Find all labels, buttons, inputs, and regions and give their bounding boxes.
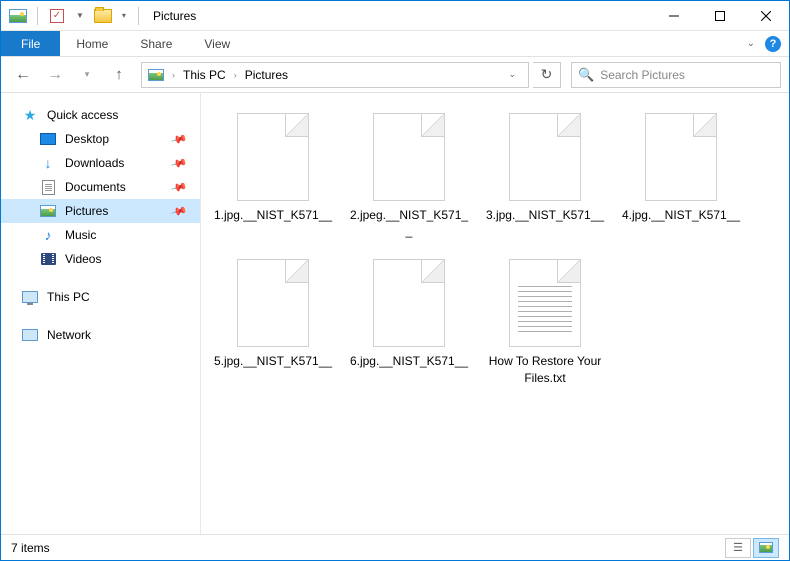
window-title: Pictures bbox=[147, 9, 196, 23]
pin-icon: 📌 bbox=[170, 154, 188, 172]
breadcrumb-item[interactable]: This PC bbox=[181, 68, 228, 82]
file-item[interactable]: 1.jpg.__NIST_K571__ bbox=[209, 107, 337, 245]
minimize-button[interactable] bbox=[651, 1, 697, 31]
tab-home[interactable]: Home bbox=[60, 31, 124, 56]
expand-ribbon-icon[interactable]: ⌄ bbox=[747, 38, 755, 49]
sidebar-item-label: Videos bbox=[65, 252, 101, 266]
tab-view[interactable]: View bbox=[188, 31, 246, 56]
file-label: 2.jpeg.__NIST_K571__ bbox=[349, 207, 469, 239]
sidebar-item-label: Documents bbox=[65, 180, 126, 194]
file-label: 4.jpg.__NIST_K571__ bbox=[622, 207, 740, 223]
file-thumbnail bbox=[373, 259, 445, 347]
pin-icon: 📌 bbox=[170, 178, 188, 196]
navigation-pane: ★ Quick access Desktop 📌 ↓ Downloads 📌 D… bbox=[1, 93, 201, 534]
view-large-icons-button[interactable] bbox=[753, 538, 779, 558]
view-details-button[interactable]: ☰ bbox=[725, 538, 751, 558]
location-icon bbox=[146, 69, 166, 81]
file-grid: 1.jpg.__NIST_K571__ 2.jpeg.__NIST_K571__ 3… bbox=[209, 107, 781, 392]
qat-dropdown-icon[interactable]: ▾ bbox=[118, 11, 130, 20]
maximize-button[interactable] bbox=[697, 1, 743, 31]
sidebar-item-downloads[interactable]: ↓ Downloads 📌 bbox=[1, 151, 200, 175]
tab-share[interactable]: Share bbox=[124, 31, 188, 56]
help-icon[interactable]: ? bbox=[765, 36, 781, 52]
file-tab[interactable]: File bbox=[1, 31, 60, 56]
sidebar-item-network[interactable]: Network bbox=[1, 323, 200, 347]
network-icon bbox=[21, 327, 39, 343]
body: ★ Quick access Desktop 📌 ↓ Downloads 📌 D… bbox=[1, 93, 789, 534]
app-icon[interactable] bbox=[7, 5, 29, 27]
file-thumbnail bbox=[373, 113, 445, 201]
back-button[interactable]: ← bbox=[9, 61, 37, 89]
separator bbox=[37, 7, 38, 25]
chevron-right-icon[interactable]: › bbox=[230, 70, 241, 80]
content-pane[interactable]: 1.jpg.__NIST_K571__ 2.jpeg.__NIST_K571__ 3… bbox=[201, 93, 789, 534]
file-label: How To Restore Your Files.txt bbox=[485, 353, 605, 385]
quick-access-toolbar: ✓ ▼ ▾ Pictures bbox=[1, 5, 196, 27]
sidebar-item-label: Desktop bbox=[65, 132, 109, 146]
refresh-button[interactable]: ↻ bbox=[533, 62, 561, 88]
sidebar-item-label: Network bbox=[47, 328, 91, 342]
pin-icon: 📌 bbox=[170, 130, 188, 148]
file-label: 3.jpg.__NIST_K571__ bbox=[486, 207, 604, 223]
pictures-icon bbox=[39, 203, 57, 219]
sidebar-item-label: Music bbox=[65, 228, 96, 242]
sidebar-item-pictures[interactable]: Pictures 📌 bbox=[1, 199, 200, 223]
file-thumbnail bbox=[237, 259, 309, 347]
sidebar-item-label: This PC bbox=[47, 290, 90, 304]
file-item[interactable]: How To Restore Your Files.txt bbox=[481, 253, 609, 391]
music-icon: ♪ bbox=[39, 227, 57, 243]
sidebar-item-label: Pictures bbox=[65, 204, 108, 218]
sidebar-item-quick-access[interactable]: ★ Quick access bbox=[1, 103, 200, 127]
navigation-bar: ← → ▾ ↑ › This PC › Pictures ⌄ ↻ 🔍 bbox=[1, 57, 789, 93]
qat-dropdown-icon[interactable]: ▼ bbox=[72, 11, 88, 20]
forward-button[interactable]: → bbox=[41, 61, 69, 89]
star-icon: ★ bbox=[21, 107, 39, 123]
sidebar-item-label: Downloads bbox=[65, 156, 124, 170]
file-item[interactable]: 3.jpg.__NIST_K571__ bbox=[481, 107, 609, 245]
properties-icon[interactable]: ✓ bbox=[46, 5, 68, 27]
file-thumbnail bbox=[509, 259, 581, 347]
sidebar-item-music[interactable]: ♪ Music bbox=[1, 223, 200, 247]
breadcrumb-item[interactable]: Pictures bbox=[243, 68, 290, 82]
file-thumbnail bbox=[237, 113, 309, 201]
file-item[interactable]: 6.jpg.__NIST_K571__ bbox=[345, 253, 473, 391]
up-button[interactable]: ↑ bbox=[105, 61, 133, 89]
address-bar[interactable]: › This PC › Pictures ⌄ bbox=[141, 62, 529, 88]
folder-icon[interactable] bbox=[92, 5, 114, 27]
address-dropdown-icon[interactable]: ⌄ bbox=[500, 69, 524, 80]
chevron-right-icon[interactable]: › bbox=[168, 70, 179, 80]
file-label: 6.jpg.__NIST_K571__ bbox=[350, 353, 468, 369]
sidebar-item-label: Quick access bbox=[47, 108, 118, 122]
separator bbox=[138, 7, 139, 25]
desktop-icon bbox=[39, 131, 57, 147]
sidebar-item-desktop[interactable]: Desktop 📌 bbox=[1, 127, 200, 151]
file-item[interactable]: 2.jpeg.__NIST_K571__ bbox=[345, 107, 473, 245]
window-controls bbox=[651, 1, 789, 31]
status-bar: 7 items ☰ bbox=[1, 534, 789, 560]
status-item-count: 7 items bbox=[11, 541, 50, 555]
sidebar-item-this-pc[interactable]: This PC bbox=[1, 285, 200, 309]
file-item[interactable]: 5.jpg.__NIST_K571__ bbox=[209, 253, 337, 391]
file-item[interactable]: 4.jpg.__NIST_K571__ bbox=[617, 107, 745, 245]
recent-locations-icon[interactable]: ▾ bbox=[73, 61, 101, 89]
titlebar: ✓ ▼ ▾ Pictures bbox=[1, 1, 789, 31]
sidebar-item-videos[interactable]: Videos bbox=[1, 247, 200, 271]
file-label: 1.jpg.__NIST_K571__ bbox=[214, 207, 332, 223]
file-thumbnail bbox=[645, 113, 717, 201]
file-label: 5.jpg.__NIST_K571__ bbox=[214, 353, 332, 369]
search-input[interactable] bbox=[600, 68, 774, 82]
search-icon: 🔍 bbox=[578, 67, 594, 83]
downloads-icon: ↓ bbox=[39, 155, 57, 171]
explorer-window: ✓ ▼ ▾ Pictures File Home Share View ⌄ ? … bbox=[0, 0, 790, 561]
videos-icon bbox=[39, 251, 57, 267]
file-thumbnail bbox=[509, 113, 581, 201]
documents-icon bbox=[39, 179, 57, 195]
ribbon: File Home Share View ⌄ ? bbox=[1, 31, 789, 57]
pc-icon bbox=[21, 289, 39, 305]
search-box[interactable]: 🔍 bbox=[571, 62, 781, 88]
close-button[interactable] bbox=[743, 1, 789, 31]
pin-icon: 📌 bbox=[170, 202, 188, 220]
sidebar-item-documents[interactable]: Documents 📌 bbox=[1, 175, 200, 199]
